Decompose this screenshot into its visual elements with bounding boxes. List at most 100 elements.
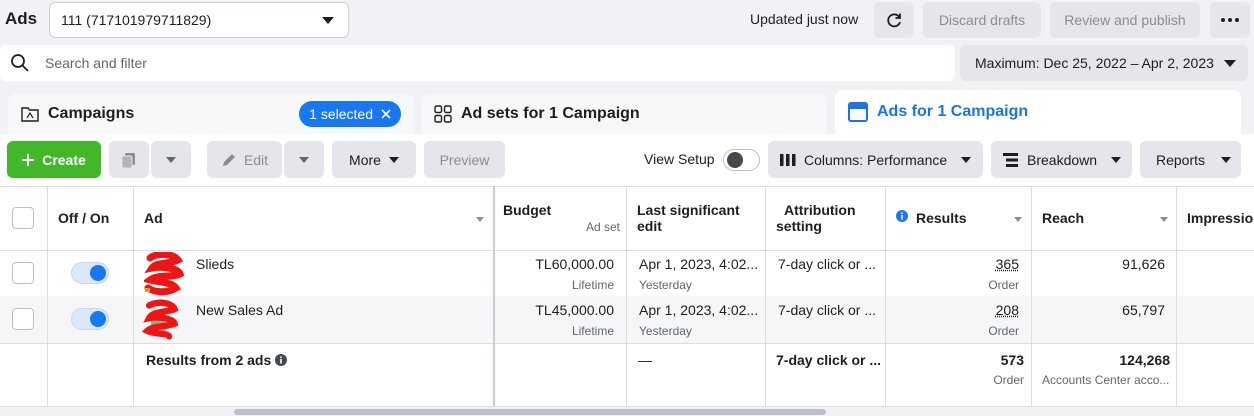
review-publish-button[interactable]: Review and publish xyxy=(1050,2,1200,38)
row-checkbox[interactable] xyxy=(12,262,34,284)
view-setup-toggle[interactable] xyxy=(723,149,760,171)
more-button[interactable]: More xyxy=(332,141,416,178)
reports-button[interactable]: Reports xyxy=(1140,141,1241,178)
ad-toggle[interactable] xyxy=(71,262,109,284)
select-all-checkbox[interactable] xyxy=(12,207,34,229)
dot-icon xyxy=(1221,18,1225,22)
header-line: edit xyxy=(637,218,662,234)
chevron-down-icon xyxy=(166,156,176,163)
divider xyxy=(885,186,886,406)
duplicate-dropdown-button[interactable] xyxy=(151,141,191,178)
columns-icon xyxy=(780,153,796,166)
results-value[interactable]: 365 xyxy=(900,256,1019,272)
columns-button[interactable]: Columns: Performance xyxy=(768,141,983,178)
columns-label: Columns: Performance xyxy=(804,151,948,168)
dot-icon xyxy=(1228,18,1232,22)
chevron-down-icon xyxy=(1221,156,1232,163)
row-checkbox[interactable] xyxy=(12,308,34,330)
updated-status: Updated just now xyxy=(750,11,859,27)
summary-attribution: 7-day click or ... xyxy=(776,352,882,368)
sort-icon[interactable] xyxy=(1160,217,1168,222)
last-edit-value: Apr 1, 2023, 4:02... xyxy=(639,256,759,272)
search-input[interactable]: Search and filter xyxy=(45,55,147,71)
create-label: Create xyxy=(42,151,86,168)
scrollbar-thumb[interactable] xyxy=(234,409,826,415)
column-header-budget[interactable]: Budget xyxy=(503,202,551,218)
column-header-last-edit[interactable]: Last significant edit xyxy=(637,202,740,234)
tab-ads[interactable]: Ads for 1 Campaign xyxy=(835,90,1241,134)
preview-button[interactable]: Preview xyxy=(424,141,505,178)
folder-icon xyxy=(21,107,39,122)
divider xyxy=(0,250,1254,251)
tab-adsets[interactable]: Ad sets for 1 Campaign xyxy=(421,94,827,134)
column-header-off-on[interactable]: Off / On xyxy=(58,210,109,226)
refresh-icon xyxy=(887,13,901,28)
ad-icon xyxy=(848,102,868,122)
column-header-attribution[interactable]: Attribution setting xyxy=(776,202,856,234)
divider xyxy=(765,186,766,406)
grid-icon xyxy=(434,105,452,123)
account-name: 111 (717101979711829) xyxy=(61,12,212,28)
date-range-label: Maximum: Dec 25, 2022 – Apr 2, 2023 xyxy=(975,55,1214,71)
tab-ads-label: Ads for 1 Campaign xyxy=(877,103,1029,120)
summary-text: Results from 2 ads xyxy=(146,352,272,368)
ad-thumbnail[interactable] xyxy=(144,252,184,296)
create-button[interactable]: Create xyxy=(7,141,101,178)
header-line: Attribution xyxy=(784,202,856,218)
edit-label: Edit xyxy=(243,151,269,168)
edit-button[interactable]: Edit xyxy=(207,141,282,178)
column-header-reach[interactable]: Reach xyxy=(1042,210,1084,226)
breakdown-label: Breakdown xyxy=(1027,151,1098,168)
results-type: Order xyxy=(988,278,1019,292)
sort-icon[interactable] xyxy=(476,217,484,222)
view-setup-label: View Setup xyxy=(644,151,715,167)
selected-badge[interactable]: 1 selected xyxy=(299,101,401,127)
last-edit-relative: Yesterday xyxy=(639,324,692,338)
info-icon[interactable] xyxy=(275,354,288,366)
discard-drafts-button[interactable]: Discard drafts xyxy=(923,2,1041,38)
summary-results-type: Order xyxy=(993,373,1024,387)
attribution-value: 7-day click or ... xyxy=(778,256,877,272)
column-header-impressions[interactable]: Impressio xyxy=(1187,210,1253,226)
ad-thumbnail[interactable] xyxy=(140,298,180,342)
reach-value: 65,797 xyxy=(1122,302,1165,318)
divider xyxy=(133,186,134,406)
date-range-selector[interactable]: Maximum: Dec 25, 2022 – Apr 2, 2023 xyxy=(960,45,1248,81)
breakdown-icon xyxy=(1003,152,1018,167)
tab-campaigns[interactable]: Campaigns 1 selected xyxy=(8,94,414,134)
sort-icon[interactable] xyxy=(1014,217,1022,222)
dot-icon xyxy=(1235,18,1239,22)
last-edit-value: Apr 1, 2023, 4:02... xyxy=(639,302,759,318)
column-subheader-budget: Ad set xyxy=(585,220,620,234)
results-value[interactable]: 208 xyxy=(900,302,1019,318)
divider xyxy=(1031,186,1032,406)
ad-name[interactable]: New Sales Ad xyxy=(196,302,283,318)
toggle-knob xyxy=(90,311,106,327)
duplicate-button[interactable] xyxy=(109,141,149,178)
account-selector[interactable]: 111 (717101979711829) xyxy=(49,2,349,38)
budget-type: Lifetime xyxy=(571,278,614,292)
page-title: Ads xyxy=(5,9,38,28)
ad-name[interactable]: Slieds xyxy=(196,256,234,272)
search-bar[interactable]: Search and filter xyxy=(0,45,955,81)
reach-value: 91,626 xyxy=(1122,256,1165,272)
divider xyxy=(493,186,495,406)
more-options-button[interactable] xyxy=(1210,2,1250,38)
column-header-results[interactable]: Results xyxy=(916,210,967,226)
chevron-down-icon xyxy=(299,156,309,163)
column-header-ad[interactable]: Ad xyxy=(144,210,163,226)
summary-last-edit: — xyxy=(638,352,652,368)
duplicate-icon xyxy=(121,152,135,168)
budget-type: Lifetime xyxy=(571,324,614,338)
summary-reach: 124,268 xyxy=(1119,352,1170,368)
last-edit-relative: Yesterday xyxy=(639,278,692,292)
close-icon[interactable] xyxy=(381,109,391,119)
divider xyxy=(626,186,627,406)
refresh-button[interactable] xyxy=(874,2,914,38)
ads-table: Off / On Ad Budget Ad set Last significa… xyxy=(0,186,1254,407)
ad-toggle[interactable] xyxy=(71,308,109,330)
info-icon[interactable] xyxy=(896,210,908,222)
edit-dropdown-button[interactable] xyxy=(284,141,324,178)
breakdown-button[interactable]: Breakdown xyxy=(991,141,1132,178)
header-line: Last significant xyxy=(637,202,740,218)
